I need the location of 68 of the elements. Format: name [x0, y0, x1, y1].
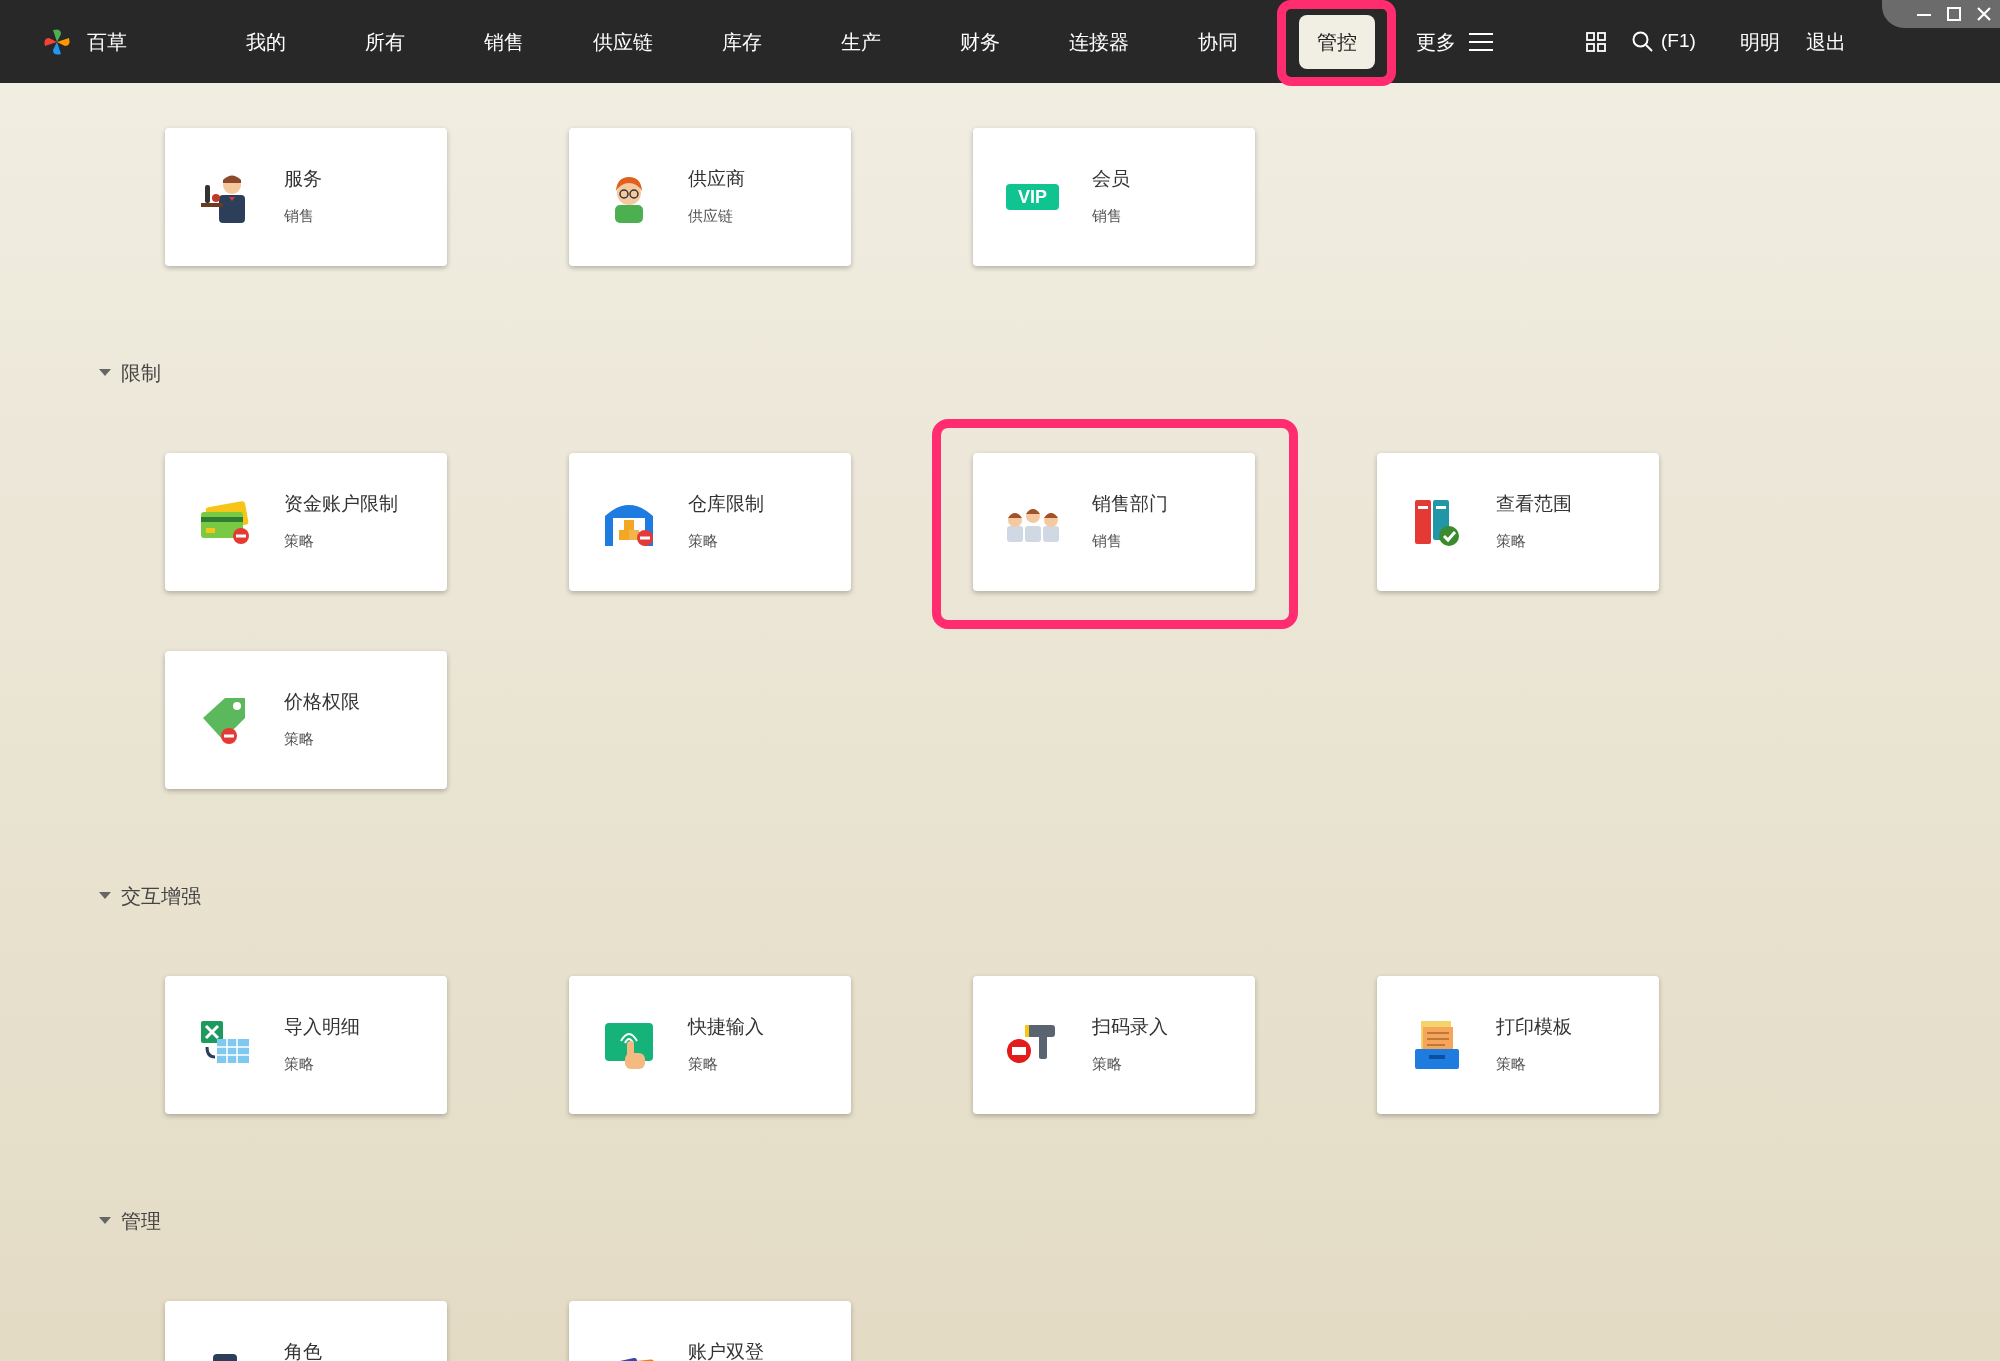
card-title: 角色	[284, 1342, 322, 1361]
card-subtitle: 策略	[688, 1056, 719, 1071]
card-title: 查看范围	[1496, 494, 1572, 513]
card-title: 扫码录入	[1092, 1017, 1168, 1036]
card-subtitle: 策略	[284, 1056, 315, 1071]
vip-badge: VIP	[1006, 184, 1059, 210]
module-card[interactable]: 服务 销售	[165, 128, 447, 266]
close-icon[interactable]	[1976, 6, 1992, 22]
module-card[interactable]: 打印模板 策略	[1377, 976, 1659, 1114]
caret-icon	[99, 892, 111, 900]
nav-tab[interactable]: 管控	[1298, 14, 1375, 69]
module-card[interactable]: 导入明细 策略	[165, 976, 447, 1114]
card-subtitle: 策略	[1496, 1056, 1527, 1071]
logout-link[interactable]: 退出	[1805, 26, 1846, 57]
card-title: 价格权限	[284, 692, 360, 711]
module-card[interactable]: 快捷输入 策略	[569, 976, 851, 1114]
card-subtitle: 供应链	[688, 208, 734, 223]
card-subtitle: 策略	[284, 731, 315, 746]
nav-tab[interactable]: 财务	[941, 14, 1018, 69]
module-card[interactable]: 价格权限 策略	[165, 651, 447, 789]
logo-icon	[43, 27, 71, 56]
nav-tab[interactable]: 所有	[346, 14, 423, 69]
nav-tab[interactable]: 供应链	[574, 14, 671, 69]
search-icon	[1632, 31, 1653, 52]
card-subtitle: 销售	[1092, 533, 1123, 548]
search-button[interactable]: (F1)	[1632, 27, 1696, 56]
section-header[interactable]: 交互增强	[99, 874, 2000, 918]
card-title: 快捷输入	[688, 1017, 764, 1036]
module-card[interactable]: 供应商 供应链	[569, 128, 851, 266]
card-title: 服务	[284, 169, 322, 188]
caret-icon	[99, 369, 111, 377]
caret-icon	[99, 1217, 111, 1225]
card-title: 销售部门	[1092, 494, 1168, 513]
menu-icon	[1468, 31, 1494, 52]
nav-tab[interactable]: 库存	[703, 14, 780, 69]
module-card[interactable]: 资金账户限制 策略	[165, 453, 447, 591]
nav-tab[interactable]: 协同	[1179, 14, 1256, 69]
card-subtitle: 策略	[1092, 1056, 1123, 1071]
card-subtitle: 策略	[1496, 533, 1527, 548]
nav-tab[interactable]: 我的	[227, 14, 304, 69]
nav-tab[interactable]: 生产	[822, 14, 899, 69]
card-title: 仓库限制	[688, 494, 764, 513]
maximize-icon[interactable]	[1946, 6, 1962, 22]
module-card[interactable]: 销售部门 销售	[973, 453, 1255, 591]
card-subtitle: 策略	[688, 533, 719, 548]
module-card[interactable]: 角色	[165, 1301, 447, 1361]
more-menu[interactable]: 更多	[1416, 26, 1494, 57]
app-name: 百草	[87, 29, 127, 55]
module-card[interactable]: 仓库限制 策略	[569, 453, 851, 591]
nav-tab[interactable]: 连接器	[1050, 14, 1147, 69]
module-card[interactable]: VIP 会员 销售	[973, 128, 1255, 266]
module-card[interactable]: 查看范围 策略	[1377, 453, 1659, 591]
grid-icon[interactable]	[1586, 31, 1606, 52]
card-title: 打印模板	[1496, 1017, 1572, 1036]
module-card[interactable]: 账户双登	[569, 1301, 851, 1361]
card-title: 资金账户限制	[284, 494, 398, 513]
nav-tab[interactable]: 销售	[465, 14, 542, 69]
card-title: 供应商	[688, 169, 745, 188]
section-header[interactable]: 限制	[99, 351, 2000, 395]
card-title: 导入明细	[284, 1017, 360, 1036]
card-subtitle: 策略	[284, 533, 315, 548]
section-header[interactable]: 管理	[99, 1199, 2000, 1243]
card-subtitle: 销售	[1092, 208, 1123, 223]
module-card[interactable]: 扫码录入 策略	[973, 976, 1255, 1114]
card-subtitle: 销售	[284, 208, 315, 223]
user-name[interactable]: 明明	[1739, 26, 1780, 57]
card-title: 账户双登	[688, 1342, 764, 1361]
card-title: 会员	[1092, 169, 1130, 188]
